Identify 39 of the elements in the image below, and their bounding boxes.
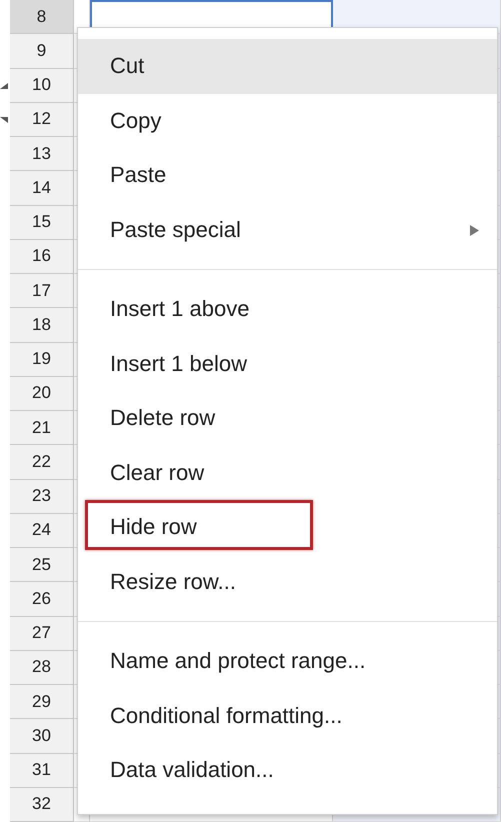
menu-item[interactable]: Hide row xyxy=(78,500,497,554)
row-header[interactable]: 25 xyxy=(10,548,74,582)
row-header[interactable]: 31 xyxy=(10,754,74,788)
menu-item[interactable]: Conditional formatting... xyxy=(78,688,497,743)
row-header[interactable]: 10 xyxy=(10,68,74,103)
menu-item[interactable]: Paste xyxy=(78,148,497,202)
row-header[interactable]: 20 xyxy=(10,376,74,411)
row-header[interactable]: 19 xyxy=(10,342,74,377)
row-header[interactable]: 18 xyxy=(10,308,74,342)
row-header[interactable]: 8 xyxy=(10,0,74,34)
hidden-rows-arrow-icon[interactable] xyxy=(0,82,8,89)
row-header[interactable]: 28 xyxy=(10,650,74,685)
row-header[interactable]: 24 xyxy=(10,514,74,548)
row-header[interactable]: 14 xyxy=(10,171,74,206)
menu-item[interactable]: Copy xyxy=(78,94,497,148)
menu-item[interactable]: Data validation... xyxy=(78,743,497,798)
row-header[interactable]: 9 xyxy=(10,34,74,68)
row-header[interactable]: 30 xyxy=(10,719,74,754)
row-header[interactable]: 32 xyxy=(10,788,74,822)
menu-item[interactable]: Clear row xyxy=(78,446,497,500)
menu-item[interactable]: Insert 1 below xyxy=(78,336,497,391)
row-header[interactable]: 27 xyxy=(10,616,74,651)
row-header[interactable]: 23 xyxy=(10,480,74,514)
row-header[interactable]: 26 xyxy=(10,582,74,616)
row-header[interactable]: 13 xyxy=(10,137,74,172)
menu-item[interactable]: Resize row... xyxy=(78,554,497,609)
row-header[interactable]: 17 xyxy=(10,274,74,308)
menu-item[interactable]: Name and protect range... xyxy=(78,634,497,688)
row-header[interactable]: 21 xyxy=(10,411,74,446)
menu-item[interactable]: Paste special xyxy=(78,202,497,257)
row-header[interactable]: 12 xyxy=(10,102,74,137)
menu-item[interactable]: Delete row xyxy=(78,391,497,446)
row-header[interactable]: 22 xyxy=(10,445,74,480)
row-header[interactable]: 15 xyxy=(10,206,74,240)
menu-item[interactable]: Insert 1 above xyxy=(78,282,497,336)
row-header[interactable]: 29 xyxy=(10,685,74,720)
menu-item[interactable]: Cut xyxy=(78,39,497,94)
hidden-rows-arrow-icon[interactable] xyxy=(0,116,8,123)
row-header[interactable]: 16 xyxy=(10,240,74,274)
